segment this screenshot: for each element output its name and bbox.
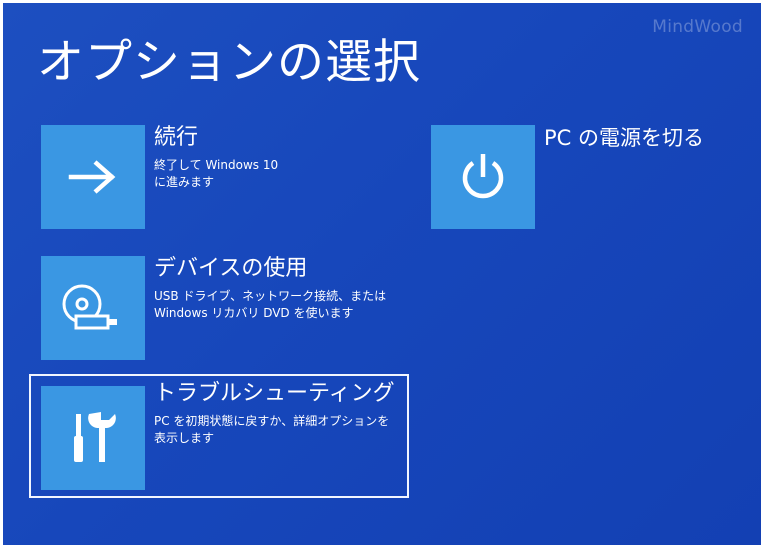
watermark: MindWood xyxy=(652,17,743,37)
use-device-description: USB ドライブ、ネットワーク接続、または Windows リカバリ DVD を… xyxy=(154,289,387,320)
power-off-title: PC の電源を切る xyxy=(544,126,705,150)
use-device-tile[interactable] xyxy=(41,256,145,360)
use-device-title: デバイスの使用 xyxy=(154,256,308,281)
power-off-tile[interactable] xyxy=(431,125,535,229)
troubleshoot-description: PC を初期状態に戻すか、詳細オプションを 表示します xyxy=(154,414,390,445)
tools-icon xyxy=(74,412,116,462)
power-off-text: PC の電源を切る xyxy=(544,125,704,151)
use-device-option[interactable]: デバイスの使用 USB ドライブ、ネットワーク接続、または Windows リカ… xyxy=(41,256,386,360)
continue-text: 続行 終了して Windows 10 に進みます xyxy=(154,125,278,191)
continue-option[interactable]: 続行 終了して Windows 10 に進みます xyxy=(41,125,278,229)
page-title: オプションの選択 xyxy=(37,35,421,90)
recovery-screen: MindWood オプションの選択 続行 終了して Windows 10 に進み… xyxy=(3,3,761,545)
power-off-option[interactable]: PC の電源を切る xyxy=(431,125,704,229)
troubleshoot-tile[interactable] xyxy=(41,386,145,490)
troubleshoot-title: トラブルシューティング xyxy=(154,381,395,406)
continue-title: 続行 xyxy=(154,125,199,150)
power-icon xyxy=(462,154,504,199)
troubleshoot-option[interactable]: トラブルシューティング PC を初期状態に戻すか、詳細オプションを 表示します xyxy=(29,374,409,498)
use-device-text: デバイスの使用 USB ドライブ、ネットワーク接続、または Windows リカ… xyxy=(154,256,386,322)
continue-description: 終了して Windows 10 に進みます xyxy=(154,158,279,189)
disc-usb-icon xyxy=(62,284,117,330)
arrow-right-icon xyxy=(68,160,116,194)
troubleshoot-text: トラブルシューティング PC を初期状態に戻すか、詳細オプションを 表示します xyxy=(154,381,395,447)
continue-tile[interactable] xyxy=(41,125,145,229)
